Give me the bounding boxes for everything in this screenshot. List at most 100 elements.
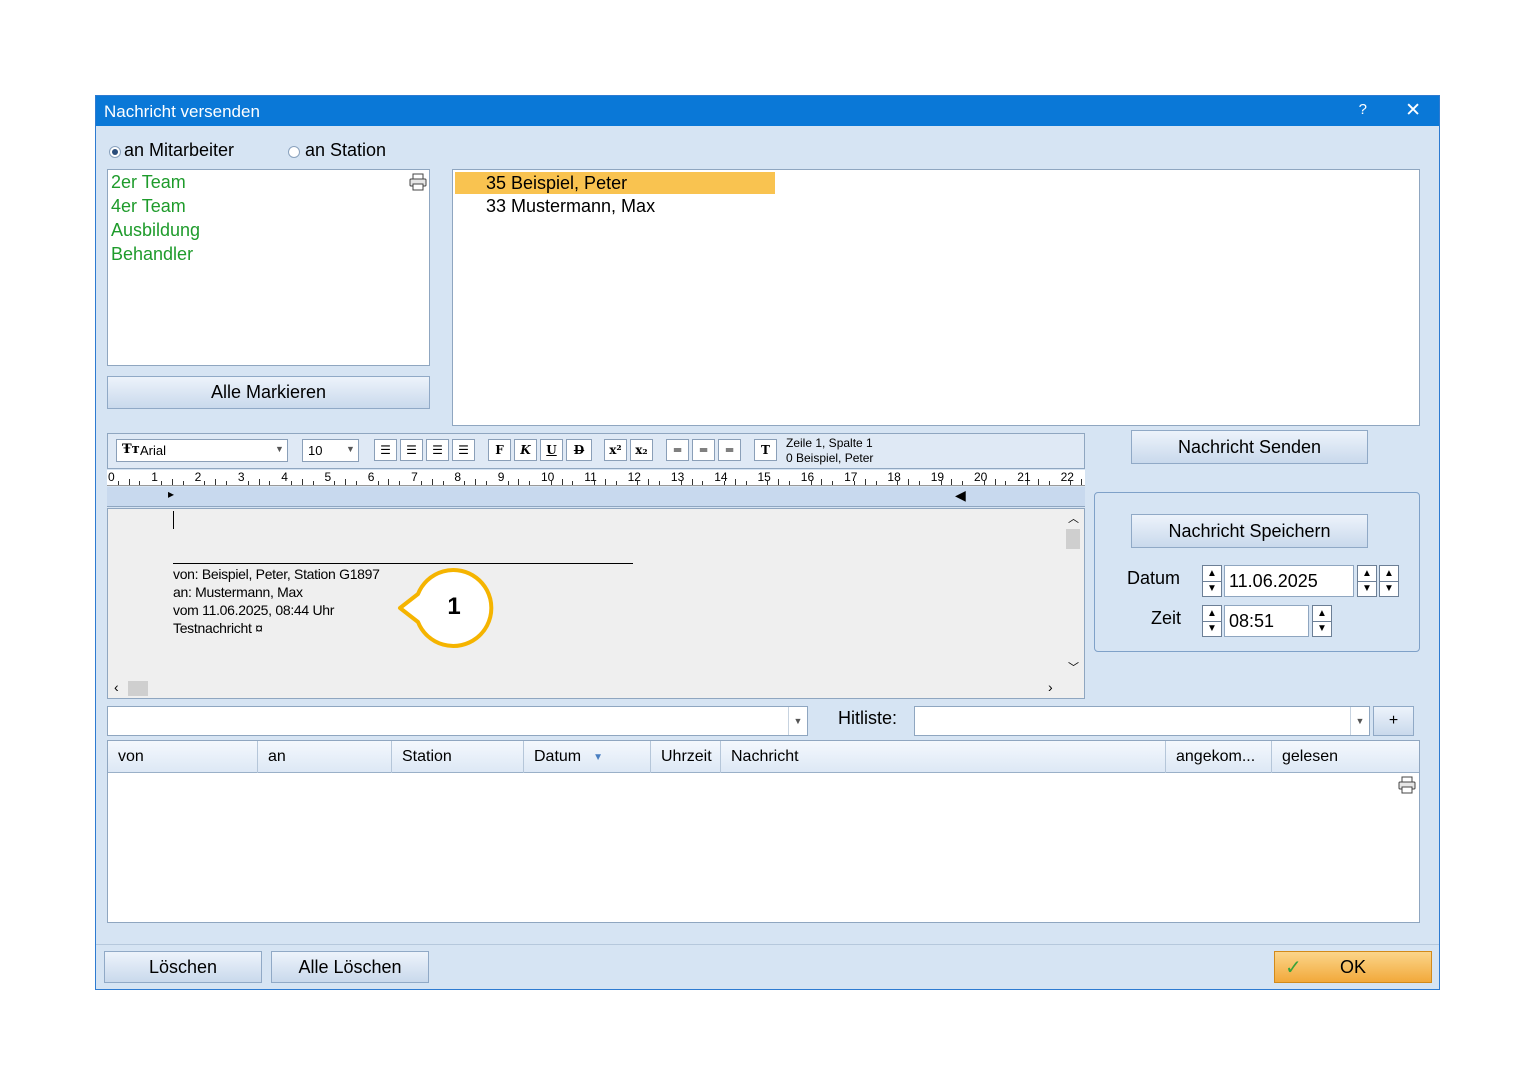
window-title: Nachricht versenden (104, 102, 260, 121)
ruler-tick (507, 481, 509, 485)
column-an[interactable]: an (258, 741, 392, 773)
ruler-label: 1 (151, 470, 158, 484)
ok-button[interactable]: ✓ OK (1274, 951, 1432, 983)
ruler-tick (464, 481, 466, 485)
sort-desc-icon: ▼ (593, 751, 604, 763)
subscript-icon[interactable]: x₂ (630, 439, 653, 461)
radio-an-mitarbeiter[interactable] (109, 146, 121, 158)
message-date: vom 11.06.2025, 08:44 Uhr (173, 602, 335, 618)
truetype-icon: Ŧт (122, 442, 140, 457)
time-spinner-left[interactable]: ▲ ▼ (1202, 605, 1222, 637)
ruler-tick (431, 479, 433, 485)
horizontal-scrollbar[interactable]: ‹ › (108, 679, 1062, 698)
radio-label-station[interactable]: an Station (305, 140, 386, 161)
font-name: Arial (140, 443, 167, 458)
message-editor[interactable]: von: Beispiel, Peter, Station G1897 an: … (107, 508, 1085, 699)
text-color-icon[interactable]: T (754, 439, 777, 461)
ruler-tick (117, 481, 119, 485)
right-indent-marker[interactable]: ◀ (955, 487, 966, 504)
left-indent-marker[interactable]: ▸ (168, 487, 174, 501)
scroll-right-icon[interactable]: › (1048, 679, 1053, 695)
radio-label-mitarbeiter[interactable]: an Mitarbeiter (124, 140, 234, 161)
ruler-label: 2 (194, 470, 202, 484)
ruler-tick (1005, 481, 1007, 485)
line-spacing-1-button[interactable]: ═ (666, 439, 689, 461)
group-item[interactable]: Behandler (111, 244, 193, 265)
date-field[interactable]: 11.06.2025 (1224, 565, 1354, 597)
font-select[interactable]: Ŧт Arial ▼ (116, 439, 288, 462)
chevron-down-icon[interactable]: ▼ (1350, 707, 1369, 735)
date-spinner-right-2[interactable]: ▲ ▼ (1379, 565, 1399, 597)
align-center-button[interactable]: ☰ (400, 439, 423, 461)
cursor-position: Zeile 1, Spalte 1 (786, 436, 873, 450)
save-message-button[interactable]: Nachricht Speichern (1131, 514, 1368, 548)
hitlist-combobox[interactable]: ▼ (914, 706, 1370, 736)
column-uhrzeit[interactable]: Uhrzeit (651, 741, 721, 773)
scroll-down-icon[interactable]: ﹀ (1068, 659, 1079, 675)
align-left-button[interactable]: ☰ (374, 439, 397, 461)
radio-an-station[interactable] (288, 146, 300, 158)
mark-all-button[interactable]: Alle Markieren (107, 376, 430, 409)
column-gelesen[interactable]: gelesen (1272, 741, 1420, 773)
ruler-tick (821, 479, 823, 485)
ruler-tick (291, 481, 293, 485)
add-hitlist-button[interactable]: + (1373, 706, 1414, 736)
ruler-label: 7 (411, 470, 418, 484)
filter-combobox[interactable]: ▼ (107, 706, 808, 736)
column-angekommen[interactable]: angekom... (1166, 741, 1272, 773)
column-von[interactable]: von (108, 741, 258, 773)
ruler-tick (745, 481, 747, 485)
column-datum[interactable]: Datum ▼ (524, 741, 651, 773)
group-item[interactable]: 2er Team (111, 172, 186, 193)
ruler-tick (399, 481, 401, 485)
align-right-button[interactable]: ☰ (426, 439, 449, 461)
vertical-scrollbar[interactable]: ︿ ﹀ (1062, 509, 1084, 679)
ruler-tick (962, 481, 964, 485)
employee-item[interactable]: 33 Mustermann, Max (486, 196, 655, 217)
message-table[interactable]: von an Station Datum ▼ Uhrzeit Nachricht… (107, 740, 1420, 923)
delete-button[interactable]: Löschen (104, 951, 262, 983)
print-icon[interactable] (1397, 775, 1417, 795)
date-spinner-left[interactable]: ▲ ▼ (1202, 565, 1222, 597)
group-item[interactable]: 4er Team (111, 196, 186, 217)
scroll-up-icon[interactable]: ︿ (1068, 510, 1079, 526)
group-list[interactable]: 2er Team 4er Team Ausbildung Behandler (107, 169, 430, 366)
ruler-tick (258, 479, 260, 485)
delete-all-button[interactable]: Alle Löschen (271, 951, 429, 983)
send-message-button[interactable]: Nachricht Senden (1131, 430, 1368, 464)
scroll-left-icon[interactable]: ‹ (114, 679, 119, 695)
ruler-label: 12 (627, 470, 641, 484)
close-button[interactable]: ✕ (1405, 99, 1421, 122)
scroll-thumb[interactable] (1066, 529, 1080, 549)
chevron-down-icon[interactable]: ▼ (788, 707, 807, 735)
scroll-thumb-h[interactable] (128, 681, 148, 696)
ruler-tick (377, 481, 379, 485)
help-button[interactable]: ? (1359, 101, 1367, 118)
employee-list[interactable]: 35 Beispiel, Peter 33 Mustermann, Max (452, 169, 1420, 426)
checkmark-icon: ✓ (1285, 957, 1302, 979)
strikethrough-button[interactable]: D (566, 439, 592, 461)
time-spinner-right[interactable]: ▲ ▼ (1312, 605, 1332, 637)
employee-item[interactable]: 35 Beispiel, Peter (486, 173, 627, 194)
ruler-tick (1027, 481, 1029, 485)
ruler-tick (691, 479, 693, 485)
justify-button[interactable]: ☰ (452, 439, 475, 461)
line-spacing-2-button[interactable]: ═ (718, 439, 741, 461)
text-cursor (173, 511, 174, 529)
print-icon[interactable] (408, 172, 428, 192)
date-spinner-right-1[interactable]: ▲ ▼ (1357, 565, 1377, 597)
line-spacing-15-button[interactable]: ═ (692, 439, 715, 461)
column-station[interactable]: Station (392, 741, 524, 773)
italic-button[interactable]: K (514, 439, 537, 461)
column-nachricht[interactable]: Nachricht (721, 741, 1166, 773)
bold-button[interactable]: F (488, 439, 511, 461)
ruler-label: 19 (930, 470, 945, 484)
font-size-select[interactable]: 10 ▼ (302, 439, 359, 462)
ruler-tick (550, 481, 552, 485)
time-field[interactable]: 08:51 (1224, 605, 1309, 637)
group-item[interactable]: Ausbildung (111, 220, 200, 241)
underline-button[interactable]: U (540, 439, 563, 461)
superscript-icon[interactable]: x² (604, 439, 627, 461)
ruler-tab-bar[interactable]: ▸ ◀ (107, 487, 1085, 507)
ruler-tick (951, 479, 953, 485)
